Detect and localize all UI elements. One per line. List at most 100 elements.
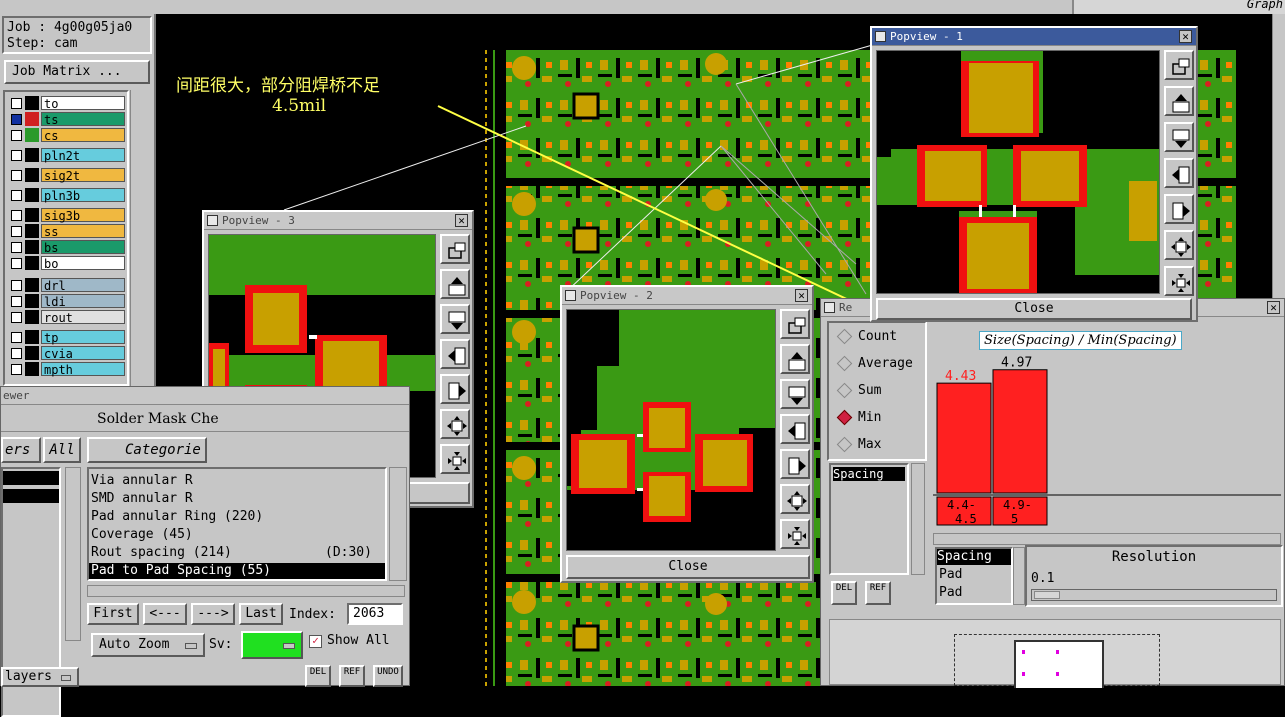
layer-checkbox[interactable] [11,226,22,237]
del-button[interactable]: DEL [305,665,331,687]
layer-name[interactable]: sig2t [41,168,125,183]
window-menu-icon[interactable] [875,31,886,42]
prev-button[interactable]: <--- [143,603,187,625]
pan-right-icon[interactable] [780,449,810,479]
layer-name[interactable]: ss [41,224,125,239]
last-button[interactable]: Last [239,603,283,625]
layer-row-bs[interactable]: bs [9,240,125,255]
layer-name[interactable]: pln2t [41,148,125,163]
popview-1-titlebar[interactable]: Popview - 1 ✕ [872,28,1196,46]
pan-down-icon[interactable] [440,304,470,334]
close-icon[interactable]: ✕ [1267,301,1280,314]
undo-button[interactable]: UNDO [373,665,403,687]
radio-icon[interactable] [836,382,853,399]
layer-checkbox[interactable] [11,364,22,375]
right-scrollbar[interactable] [1272,14,1285,298]
category-list[interactable]: Via annular R SMD annular R Pad annular Ri… [87,467,387,581]
zoom-out-icon[interactable] [440,444,470,474]
table-row[interactable]: Pad [939,567,962,582]
layer-row-sig2t[interactable]: sig2t [9,168,125,183]
resolution-slider[interactable] [1031,589,1277,601]
layers-list-scrollbar[interactable] [65,467,81,641]
index-input[interactable]: 2063 [347,603,403,625]
pan-right-icon[interactable] [1164,194,1194,224]
layer-checkbox[interactable] [11,296,22,307]
checker-titlebar[interactable]: ewer [1,387,409,405]
layer-row-ss[interactable]: ss [9,224,125,239]
category-item[interactable]: SMD annular R [89,491,385,507]
layer-row-ts[interactable]: ts [9,112,125,127]
slider-thumb[interactable] [1034,591,1060,599]
layers-list-item[interactable] [3,471,59,485]
window-menu-icon[interactable] [207,215,218,226]
pan-up-icon[interactable] [1164,86,1194,116]
layer-row-to[interactable]: to [9,96,125,111]
layer-row-cs[interactable]: cs [9,128,125,143]
layer-checkbox[interactable] [11,348,22,359]
layer-scrollbar[interactable] [130,90,153,386]
histogram-bar[interactable] [992,369,1048,494]
measure-list-item[interactable]: Spacing [833,467,905,481]
histogram-hscroll[interactable] [933,533,1281,545]
window-menu-icon[interactable] [824,302,835,313]
pan-down-icon[interactable] [1164,122,1194,152]
layer-row-rout[interactable]: rout [9,310,125,325]
layer-checkbox[interactable] [11,332,22,343]
popview-3-titlebar[interactable]: Popview - 3 ✕ [204,212,472,230]
popview-2-titlebar[interactable]: Popview - 2 ✕ [562,287,812,305]
measure-list[interactable]: Spacing [829,463,909,575]
layer-name[interactable]: drl [41,278,125,293]
layer-row-pln3b[interactable]: pln3b [9,188,125,203]
ref-button[interactable]: REF [339,665,365,687]
layer-name[interactable]: cvia [41,346,125,361]
layer-row-drl[interactable]: drl [9,278,125,293]
pan-left-icon[interactable] [780,414,810,444]
layer-name[interactable]: rout [41,310,125,325]
layer-checkbox[interactable] [11,114,22,125]
zoom-in-icon[interactable] [1164,230,1194,260]
pan-left-icon[interactable] [1164,158,1194,188]
layer-checkbox[interactable] [11,170,22,181]
mode-option-sum[interactable]: Sum [836,382,881,399]
layer-checkbox[interactable] [11,130,22,141]
histogram-bar[interactable] [936,382,992,494]
all-tab[interactable]: All [43,437,81,463]
layer-checkbox[interactable] [11,258,22,269]
category-item[interactable]: Coverage (45) [89,527,385,543]
layer-name[interactable]: ldi [41,294,125,309]
zoom-home-icon[interactable] [440,234,470,264]
radio-icon[interactable] [836,409,853,426]
mode-option-min[interactable]: Min [836,409,881,426]
layer-checkbox[interactable] [11,312,22,323]
layers-list-item[interactable] [3,489,59,503]
mode-option-count[interactable]: Count [836,328,897,345]
layer-name[interactable]: sig3b [41,208,125,223]
layers-dropdown-button[interactable]: layers [1,667,79,687]
pan-up-icon[interactable] [440,269,470,299]
first-button[interactable]: First [87,603,139,625]
popview-1-canvas[interactable] [876,50,1160,294]
layer-checkbox[interactable] [11,98,22,109]
layer-name[interactable]: mpth [41,362,125,377]
window-menu-icon[interactable] [565,290,576,301]
zoom-home-icon[interactable] [1164,50,1194,80]
popview-2-close-button[interactable]: Close [566,555,810,579]
layer-name[interactable]: bo [41,256,125,271]
layer-name[interactable]: tp [41,330,125,345]
close-icon[interactable]: ✕ [795,289,808,302]
sv-color-select[interactable] [241,631,303,659]
zoom-in-icon[interactable] [780,484,810,514]
pan-up-icon[interactable] [780,344,810,374]
results-ref-button[interactable]: REF [865,581,891,605]
layer-name[interactable]: ts [41,112,125,127]
layer-row-mpth[interactable]: mpth [9,362,125,377]
table-scrollbar[interactable] [1013,547,1025,605]
layer-checkbox[interactable] [11,190,22,201]
auto-zoom-button[interactable]: Auto Zoom [91,633,205,657]
category-hscroll[interactable] [87,585,405,597]
category-item[interactable]: Via annular R [89,473,385,489]
pan-down-icon[interactable] [780,379,810,409]
layer-name[interactable]: cs [41,128,125,143]
layer-row-cvia[interactable]: cvia [9,346,125,361]
category-item[interactable]: Pad annular Ring (220) [89,509,385,525]
